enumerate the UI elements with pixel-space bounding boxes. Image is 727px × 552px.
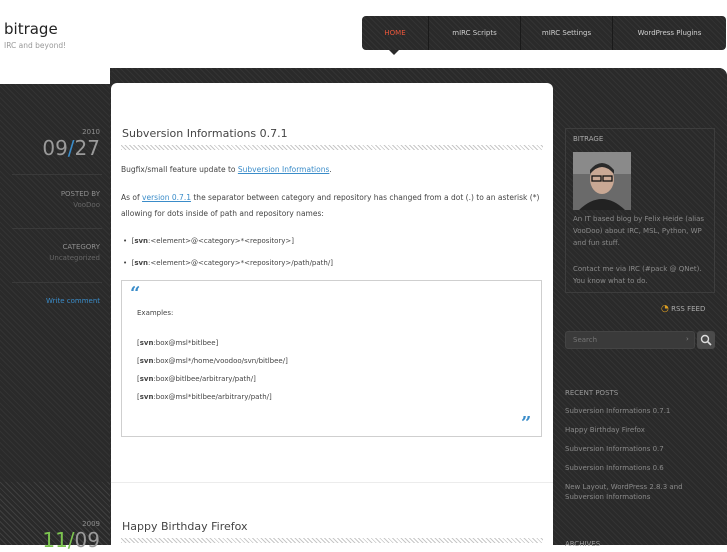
contact-text: Contact me via IRC (#pack @ QNet). You k… (573, 265, 702, 285)
header-strip (0, 68, 110, 84)
write-comment-link[interactable]: Write comment (0, 297, 100, 305)
quote-line: [svn:box@msl*bitlbee/arbitrary/path/] (137, 393, 272, 401)
post-paragraph: As of version 0.7.1 the separator betwee… (121, 193, 540, 218)
post-author[interactable]: VooDoo (0, 201, 100, 209)
meta-separator (12, 174, 102, 175)
post-day-month: 09/27 (42, 136, 100, 160)
search-input[interactable] (565, 331, 695, 349)
search-button[interactable] (697, 331, 715, 349)
post-divider (111, 482, 553, 483)
quote-heading: Examples: (137, 309, 174, 317)
nav-mirc-scripts[interactable]: mIRC Scripts (428, 16, 520, 50)
quote-line: [svn:box@bitlbee/arbitrary/path/] (137, 375, 256, 383)
post-title[interactable]: Subversion Informations 0.7.1 (122, 127, 288, 140)
category-link[interactable]: Uncategorized (0, 254, 100, 262)
about-title: BITRAGE (573, 135, 604, 143)
recent-post-link[interactable]: Subversion Informations 0.7.1 (565, 406, 720, 416)
rss-feed-link[interactable]: ◔ RSS FEED (661, 304, 705, 314)
avatar (573, 152, 631, 210)
recent-post-link[interactable]: Subversion Informations 0.7 (565, 444, 720, 454)
nav-home[interactable]: HOME (362, 16, 428, 50)
recent-post-link[interactable]: Happy Birthday Firefox (565, 425, 720, 435)
archives-heading: ARCHIVES (565, 540, 601, 548)
chevron-right-icon: › (686, 335, 689, 343)
close-quote-icon: ” (521, 413, 532, 434)
recent-post-link[interactable]: New Layout, WordPress 2.8.3 and Subversi… (565, 482, 695, 502)
subversion-informations-link[interactable]: Subversion Informations (238, 165, 329, 174)
title-rule (121, 538, 543, 543)
blockquote: “ Examples: [svn:box@msl*bitlbee] [svn:b… (121, 280, 542, 437)
nav-mirc-settings[interactable]: mIRC Settings (520, 16, 612, 50)
about-text: An IT based blog by Felix Heide (alias V… (573, 215, 705, 247)
post-date: 2010 09/27 (0, 128, 100, 160)
list-item: • [svn:<element>@<category>*<repository>… (123, 259, 333, 267)
quote-line: [svn:box@msl*/home/voodoo/svn/bitlbee/] (137, 357, 288, 365)
meta-separator (12, 228, 102, 229)
open-quote-icon: “ (130, 283, 141, 304)
list-item: • [svn:<element>@<category>*<repository>… (123, 237, 295, 245)
nav-active-pointer (389, 50, 399, 55)
main-nav: HOME mIRC Scripts mIRC Settings WordPres… (362, 16, 726, 50)
magnifier-icon (700, 334, 712, 346)
nav-wordpress-plugins[interactable]: WordPress Plugins (612, 16, 726, 50)
post-year: 2009 (82, 520, 100, 528)
post-title[interactable]: Happy Birthday Firefox (122, 520, 248, 533)
title-rule (121, 145, 543, 150)
rss-icon: ◔ (661, 304, 669, 314)
post-paragraph: Bugfix/small feature update to Subversio… (121, 165, 332, 174)
post-date: 2009 11/09 (0, 520, 100, 552)
post-day-month: 11/09 (42, 528, 100, 552)
posted-by: POSTED BY VooDoo (0, 190, 100, 209)
recent-posts-heading: RECENT POSTS (565, 389, 619, 397)
post-year: 2010 (82, 128, 100, 136)
post-category: CATEGORY Uncategorized (0, 243, 100, 262)
meta-separator (12, 282, 102, 283)
site-title[interactable]: bitrage (4, 20, 58, 38)
quote-line: [svn:box@msl*bitlbee] (137, 339, 219, 347)
recent-post-link[interactable]: Subversion Informations 0.6 (565, 463, 720, 473)
site-tagline: IRC and beyond! (4, 41, 67, 50)
version-link[interactable]: version 0.7.1 (142, 193, 191, 202)
